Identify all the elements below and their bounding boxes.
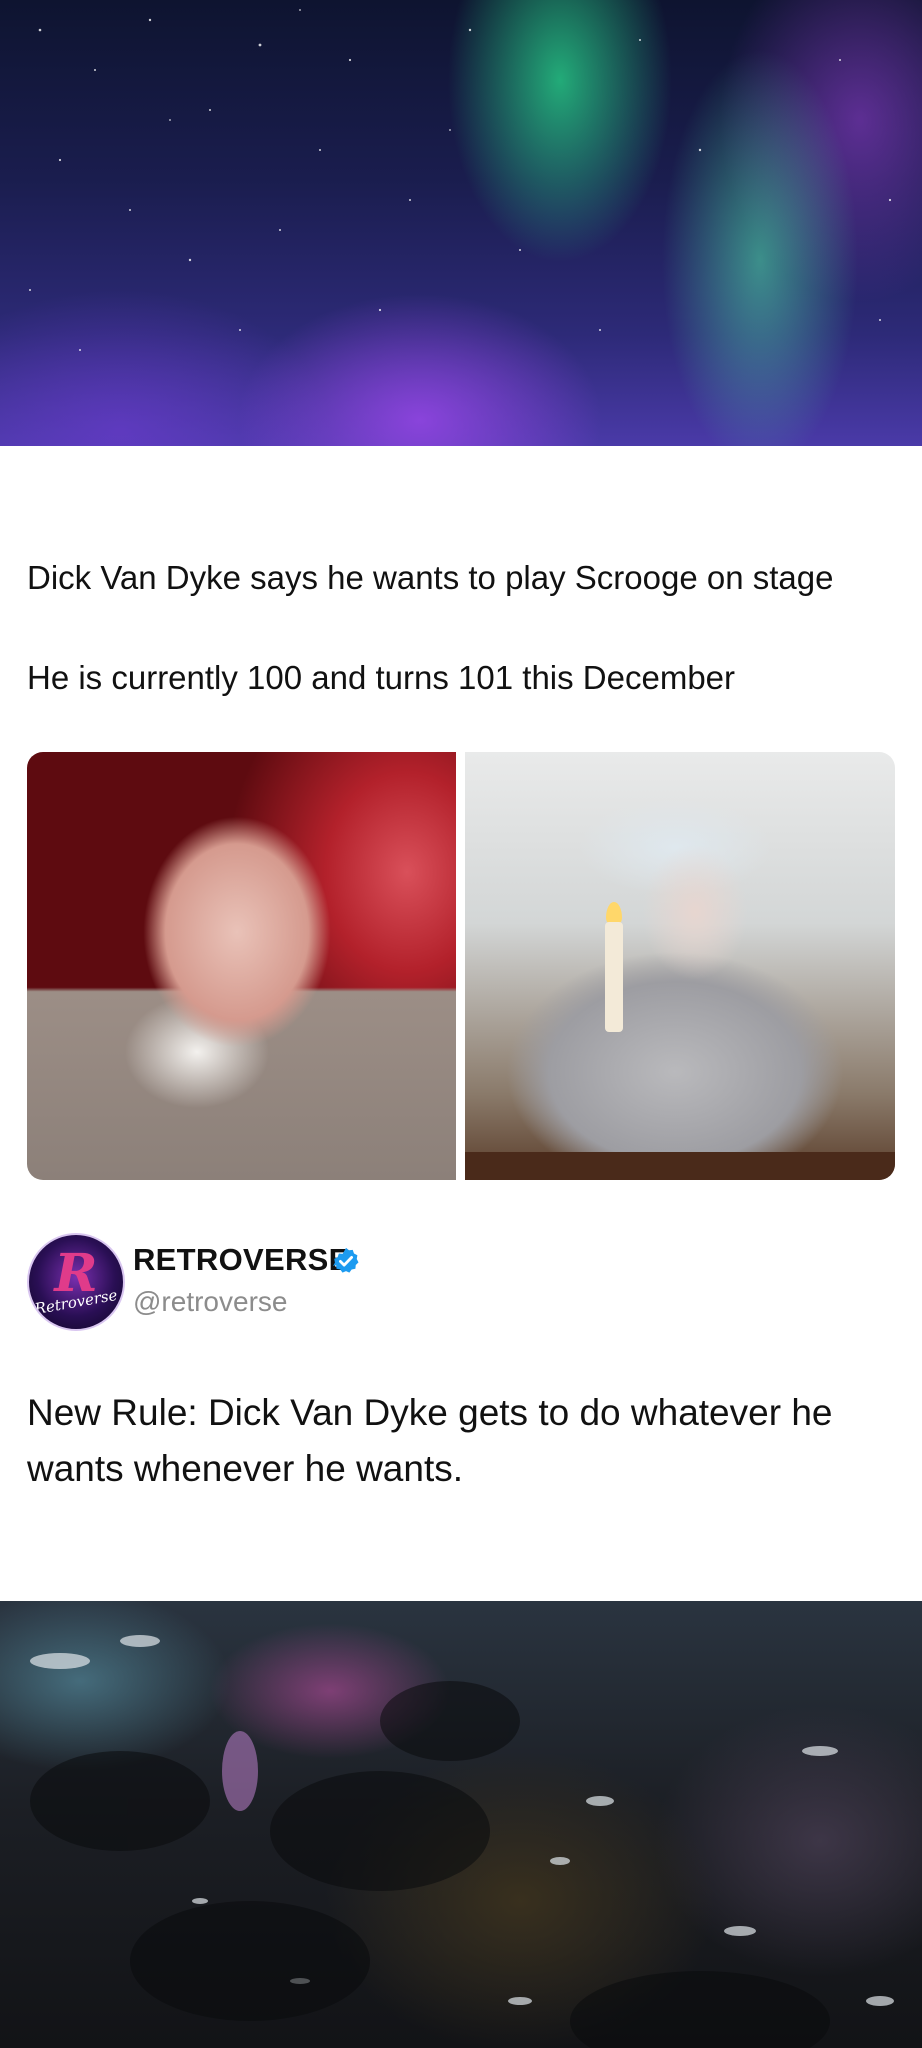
candle [605, 922, 623, 1032]
wooden-table [465, 1152, 895, 1180]
post-text-line-1: Dick Van Dyke says he wants to play Scro… [27, 559, 834, 596]
rocky-landscape-banner-image [0, 1601, 922, 2048]
post-text-line-2: He is currently 100 and turns 101 this D… [27, 659, 736, 696]
dick-van-dyke-laughing-photo[interactable] [27, 752, 456, 1180]
aurora-banner-image [0, 0, 922, 446]
rock-texture [30, 1635, 894, 2048]
display-name[interactable]: RETROVERSE [133, 1242, 350, 1278]
verified-badge-icon [333, 1247, 359, 1273]
handle[interactable]: @retroverse [133, 1286, 287, 1318]
avatar[interactable]: R Retroverse [27, 1233, 125, 1331]
dick-van-dyke-scrooge-costume-photo[interactable] [465, 752, 895, 1180]
tweet-text: New Rule: Dick Van Dyke gets to do whate… [27, 1392, 833, 1489]
star-field [29, 9, 892, 351]
